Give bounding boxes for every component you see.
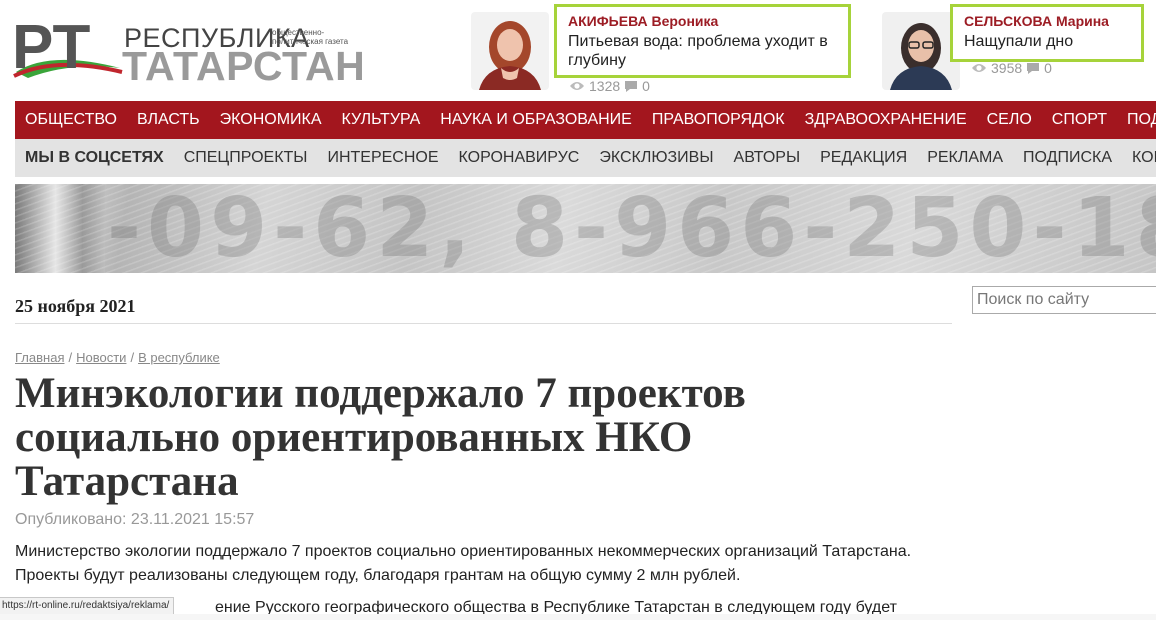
- status-bar-url: https://rt-online.ru/redaktsiya/reklama/: [0, 597, 175, 615]
- nav-item-society[interactable]: ОБЩЕСТВО: [15, 101, 127, 139]
- nav-item-authors[interactable]: АВТОРЫ: [724, 139, 811, 177]
- nav-item-sport[interactable]: СПОРТ: [1042, 101, 1117, 139]
- nav-item-contest[interactable]: КОНКУРС: [1122, 139, 1156, 177]
- article-published: Опубликовано: 23.11.2021 15:57: [15, 511, 255, 528]
- nav-item-coronavirus[interactable]: КОРОНАВИРУС: [449, 139, 590, 177]
- nav-item-exclusives[interactable]: ЭКСКЛЮЗИВЫ: [589, 139, 723, 177]
- window-bottom-edge: [0, 614, 1156, 620]
- page-date: 25 ноября 2021: [15, 296, 136, 316]
- comments-count: 0: [1044, 60, 1052, 76]
- nav-item-editorial[interactable]: РЕДАКЦИЯ: [810, 139, 917, 177]
- nav-item-science-education[interactable]: НАУКА И ОБРАЗОВАНИЕ: [430, 101, 642, 139]
- comment-icon: [1027, 62, 1040, 74]
- author-stats-akifieva: 1328 0: [569, 78, 650, 94]
- eye-icon: [570, 82, 584, 90]
- comments-count: 0: [642, 78, 650, 94]
- views-count: 1328: [589, 78, 621, 94]
- banner-phone-text: -09-62, 8-966-250-18: [107, 184, 1156, 273]
- nav-item-podcast[interactable]: ПОДКАСТ: [1117, 101, 1156, 139]
- author-card-selskova[interactable]: СЕЛЬСКОВА Марина Нащупали дно: [950, 4, 1144, 62]
- author-stats-selskova: 3958 0: [971, 60, 1052, 76]
- author-card-akifieva[interactable]: АКИФЬЕВА Вероника Питьевая вода: проблем…: [554, 4, 851, 78]
- author-article-title[interactable]: Питьевая вода: проблема уходит в глубину: [568, 32, 838, 70]
- nav-item-law[interactable]: ПРАВОПОРЯДОК: [642, 101, 795, 139]
- site-logo[interactable]: РТ РЕСПУБЛИКА общественно-политическая г…: [10, 10, 370, 89]
- article-title: Минэкологии поддержало 7 проектов социал…: [15, 370, 746, 505]
- author-article-title[interactable]: Нащупали дно: [964, 32, 1131, 51]
- svg-text:РТ: РТ: [12, 13, 91, 82]
- rt-logo-icon: РТ: [12, 13, 123, 82]
- author-photo-selskova[interactable]: [882, 12, 960, 90]
- author-portrait-icon: [882, 12, 960, 90]
- eye-icon: [972, 64, 986, 72]
- main-navigation: ОБЩЕСТВО ВЛАСТЬ ЭКОНОМИКА КУЛЬТУРА НАУКА…: [15, 101, 1156, 139]
- site-header: РТ РЕСПУБЛИКА общественно-политическая г…: [0, 0, 1156, 100]
- nav-item-health[interactable]: ЗДРАВООХРАНЕНИЕ: [795, 101, 977, 139]
- nav-item-power[interactable]: ВЛАСТЬ: [127, 101, 210, 139]
- breadcrumb-news[interactable]: Новости: [76, 350, 126, 365]
- author-photo-akifieva[interactable]: [471, 12, 549, 90]
- breadcrumb: Главная / Новости / В республике: [15, 350, 220, 365]
- ad-banner[interactable]: -09-62, 8-966-250-18: [15, 184, 1156, 273]
- logo-title-line2: ТАТАРСТАН: [122, 43, 366, 89]
- breadcrumb-republic[interactable]: В республике: [138, 350, 220, 365]
- breadcrumb-separator: /: [68, 350, 73, 365]
- author-name[interactable]: СЕЛЬСКОВА Марина: [964, 13, 1131, 29]
- nav-item-interesting[interactable]: ИНТЕРЕСНОЕ: [317, 139, 448, 177]
- nav-item-social[interactable]: МЫ В СОЦСЕТЯХ: [15, 139, 174, 177]
- views-count: 3958: [991, 60, 1023, 76]
- nav-item-economy[interactable]: ЭКОНОМИКА: [210, 101, 332, 139]
- author-portrait-icon: [471, 12, 549, 90]
- author-name[interactable]: АКИФЬЕВА Вероника: [568, 13, 838, 29]
- breadcrumb-separator: /: [130, 350, 135, 365]
- comment-icon: [625, 80, 638, 92]
- article-paragraph: Министерство экологии поддержало 7 проек…: [15, 543, 912, 584]
- breadcrumb-home[interactable]: Главная: [15, 350, 64, 365]
- search-input[interactable]: [972, 286, 1156, 314]
- nav-item-advertising[interactable]: РЕКЛАМА: [917, 139, 1013, 177]
- secondary-navigation: МЫ В СОЦСЕТЯХ СПЕЦПРОЕКТЫ ИНТЕРЕСНОЕ КОР…: [15, 139, 1156, 177]
- divider: [15, 323, 952, 324]
- nav-item-culture[interactable]: КУЛЬТУРА: [332, 101, 431, 139]
- nav-item-subscription[interactable]: ПОДПИСКА: [1013, 139, 1122, 177]
- nav-item-village[interactable]: СЕЛО: [977, 101, 1042, 139]
- nav-item-special-projects[interactable]: СПЕЦПРОЕКТЫ: [174, 139, 318, 177]
